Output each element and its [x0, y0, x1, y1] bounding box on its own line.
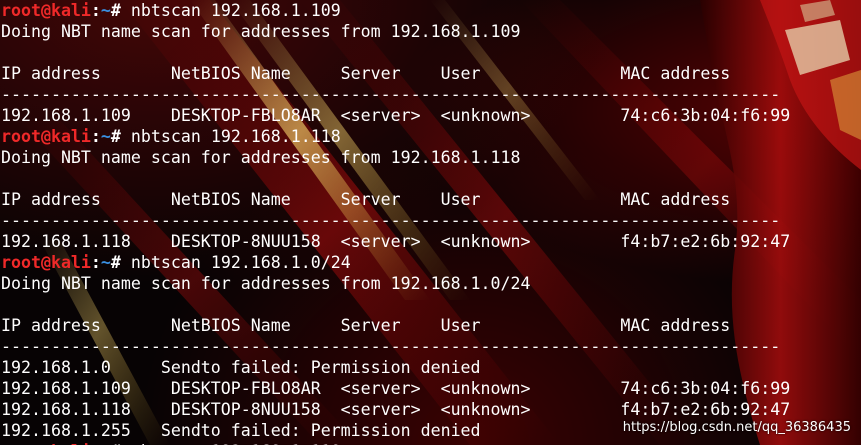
prompt-separator: : — [90, 1, 101, 20]
output-line: ----------------------------------------… — [1, 211, 781, 230]
output-line: Doing NBT name scan for addresses from 1… — [1, 148, 521, 167]
command-line: root@kali:~# nbtscan 192.168.1.0/24 — [1, 252, 790, 273]
prompt-separator: : — [90, 253, 101, 272]
prompt-path: ~ — [100, 1, 111, 20]
prompt-separator: : — [90, 127, 101, 146]
command-text: nbtscan 192.168.1.109 — [130, 1, 341, 20]
output-line: ----------------------------------------… — [1, 337, 781, 356]
output-line: Doing NBT name scan for addresses from 1… — [1, 274, 531, 293]
prompt-symbol: # — [110, 253, 121, 272]
prompt-user-host: root@kali — [1, 253, 91, 272]
output-line: IP address NetBIOS Name Server User MAC … — [1, 64, 731, 83]
output-line: 192.168.1.118 DESKTOP-8NUU158 <server> <… — [1, 400, 791, 419]
command-line: root@kali:~# nbtscan 192.168.1.110 — [1, 441, 790, 445]
prompt-path: ~ — [100, 127, 111, 146]
prompt-user-host: root@kali — [1, 127, 91, 146]
output-line: Doing NBT name scan for addresses from 1… — [1, 22, 521, 41]
command-text: nbtscan 192.168.1.118 — [130, 127, 341, 146]
terminal-output[interactable]: root@kali:~# nbtscan 192.168.1.109 Doing … — [1, 0, 790, 445]
command-line: root@kali:~# nbtscan 192.168.1.118 — [1, 126, 790, 147]
prompt-path: ~ — [100, 253, 111, 272]
output-line: IP address NetBIOS Name Server User MAC … — [1, 316, 731, 335]
output-line: 192.168.1.118 DESKTOP-8NUU158 <server> <… — [1, 232, 791, 251]
watermark-text: https://blog.csdn.net/qq_36386435 — [622, 420, 851, 435]
prompt-user-host: root@kali — [1, 1, 91, 20]
output-line: 192.168.1.109 DESKTOP-FBLO8AR <server> <… — [1, 379, 791, 398]
prompt-symbol: # — [110, 1, 121, 20]
command-text: nbtscan 192.168.1.0/24 — [130, 253, 351, 272]
output-line: ----------------------------------------… — [1, 85, 781, 104]
output-line: IP address NetBIOS Name Server User MAC … — [1, 190, 731, 209]
output-line: 192.168.1.109 DESKTOP-FBLO8AR <server> <… — [1, 106, 791, 125]
command-line: root@kali:~# nbtscan 192.168.1.109 — [1, 0, 790, 21]
terminal-window[interactable]: root@kali:~# nbtscan 192.168.1.109 Doing … — [0, 0, 861, 445]
output-line: 192.168.1.0 Sendto failed: Permission de… — [1, 358, 481, 377]
prompt-symbol: # — [110, 127, 121, 146]
